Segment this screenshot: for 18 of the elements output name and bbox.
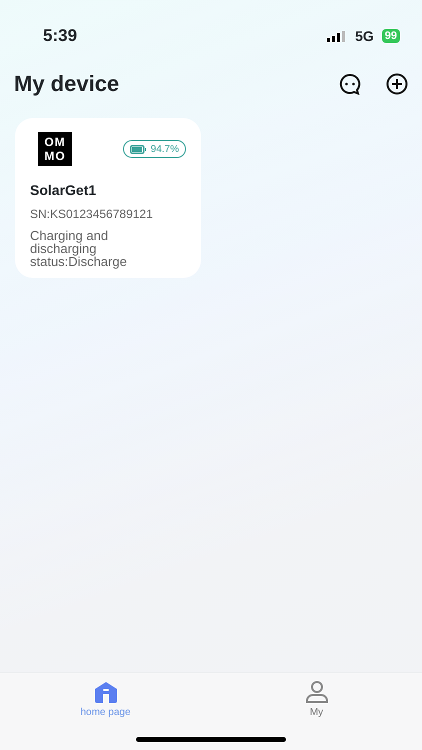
battery-indicator: 99: [382, 29, 400, 43]
tab-button[interactable]: My: [211, 673, 422, 750]
status-time: 5:39: [43, 25, 78, 48]
signal-icon: [327, 30, 348, 42]
status-text: Charging and discharging status:Discharge: [30, 229, 128, 268]
device-name: SolarGet1: [30, 181, 98, 200]
logo-text: OM: [44, 135, 66, 149]
serial-number: SN:KS0123456789121: [30, 206, 154, 223]
page-title: My device: [14, 70, 120, 98]
battery-badge: 94.7%: [122, 140, 186, 158]
battery-icon: [130, 144, 146, 154]
device-card[interactable]: OM MO 94.7% SolarGet1 SN:KS0123456789121 Charging and discharging status:Discharge: [15, 118, 201, 278]
logo-text: MO: [44, 149, 66, 163]
person-icon: [304, 681, 328, 703]
network-label: 5G: [355, 26, 374, 46]
add-icon[interactable]: [386, 73, 408, 95]
chat-icon[interactable]: [339, 73, 361, 95]
home-icon: [94, 681, 118, 703]
